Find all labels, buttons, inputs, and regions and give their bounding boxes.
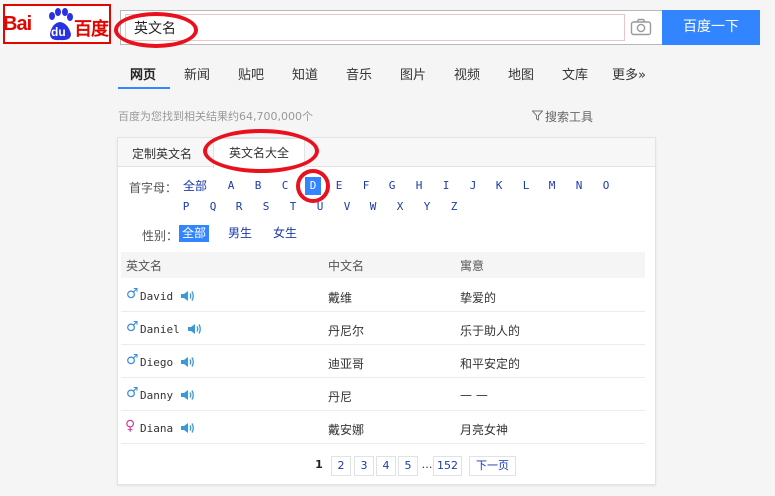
letter-s[interactable]: S bbox=[258, 199, 274, 215]
english-name[interactable]: Diana bbox=[140, 422, 173, 435]
logo-text: Bai bbox=[3, 13, 32, 35]
tab-news[interactable]: 新闻 bbox=[184, 64, 210, 83]
letter-w[interactable]: W bbox=[365, 199, 381, 215]
letter-e[interactable]: E bbox=[331, 178, 347, 194]
page-last[interactable]: 152 bbox=[433, 456, 462, 476]
letter-t[interactable]: T bbox=[285, 199, 301, 215]
letter-q[interactable]: Q bbox=[205, 199, 221, 215]
name-meaning: 乐于助人的 bbox=[460, 324, 521, 338]
letter-n[interactable]: N bbox=[571, 178, 587, 194]
english-name[interactable]: Danny bbox=[140, 389, 173, 402]
name-meaning: — — bbox=[460, 388, 488, 402]
tab-tieba[interactable]: 贴吧 bbox=[238, 64, 264, 83]
column-english: 英文名 bbox=[126, 259, 163, 273]
chinese-name: 丹尼 bbox=[328, 390, 353, 404]
letter-y[interactable]: Y bbox=[419, 199, 435, 215]
english-name[interactable]: David bbox=[140, 290, 173, 303]
letter-r[interactable]: R bbox=[231, 199, 247, 215]
letter-b[interactable]: B bbox=[250, 178, 266, 194]
table-header bbox=[121, 252, 645, 278]
tab-zhidao[interactable]: 知道 bbox=[292, 64, 318, 83]
english-name[interactable]: Daniel bbox=[140, 323, 180, 336]
gender-label: 性别： bbox=[142, 229, 179, 243]
chinese-name: 戴维 bbox=[328, 291, 353, 305]
male-icon: ♂ bbox=[126, 286, 139, 302]
gender-male[interactable]: 男生 bbox=[225, 225, 255, 242]
card-tab-bar bbox=[118, 138, 655, 167]
speaker-icon[interactable] bbox=[180, 422, 194, 434]
active-tab-indicator bbox=[118, 87, 170, 89]
column-chinese: 中文名 bbox=[328, 259, 365, 273]
letter-h[interactable]: H bbox=[411, 178, 427, 194]
initial-label: 首字母： bbox=[129, 181, 178, 195]
letter-g[interactable]: G bbox=[384, 178, 400, 194]
tab-web[interactable]: 网页 bbox=[130, 64, 156, 83]
logo-du-text: du bbox=[51, 25, 66, 39]
letter-j[interactable]: J bbox=[465, 178, 481, 194]
column-meaning: 寓意 bbox=[460, 259, 485, 273]
speaker-icon[interactable] bbox=[180, 389, 194, 401]
letter-d-selected[interactable]: D bbox=[305, 177, 321, 195]
row-divider bbox=[121, 410, 645, 411]
logo-chinese-text: 百度 bbox=[74, 19, 109, 40]
tab-custom-name[interactable]: 定制英文名 bbox=[132, 145, 192, 162]
letter-u[interactable]: U bbox=[312, 199, 328, 215]
tab-video[interactable]: 视频 bbox=[454, 64, 480, 83]
letter-p[interactable]: P bbox=[178, 199, 194, 215]
chinese-name: 迪亚哥 bbox=[328, 357, 365, 371]
chinese-name: 戴安娜 bbox=[328, 423, 365, 437]
tab-images[interactable]: 图片 bbox=[400, 64, 426, 83]
male-icon: ♂ bbox=[126, 319, 139, 335]
search-input[interactable] bbox=[125, 14, 625, 41]
tab-name-list[interactable]: 英文名大全 bbox=[213, 138, 305, 168]
filter-icon bbox=[532, 110, 543, 121]
tab-more[interactable]: 更多» bbox=[612, 64, 646, 83]
tab-map[interactable]: 地图 bbox=[508, 64, 534, 83]
tab-music[interactable]: 音乐 bbox=[346, 64, 372, 83]
name-meaning: 挚爱的 bbox=[460, 291, 497, 305]
page-current: 1 bbox=[315, 458, 323, 471]
letter-z[interactable]: Z bbox=[446, 199, 462, 215]
letter-x[interactable]: X bbox=[392, 199, 408, 215]
letter-v[interactable]: V bbox=[339, 199, 355, 215]
letter-c[interactable]: C bbox=[277, 178, 293, 194]
female-icon: ♀ bbox=[125, 418, 136, 434]
next-page-button[interactable]: 下一页 bbox=[469, 456, 516, 476]
page-link[interactable]: 5 bbox=[398, 456, 418, 476]
page-link[interactable]: 2 bbox=[331, 456, 351, 476]
speaker-icon[interactable] bbox=[180, 290, 194, 302]
letter-k[interactable]: K bbox=[491, 178, 507, 194]
male-icon: ♂ bbox=[126, 352, 139, 368]
speaker-icon[interactable] bbox=[187, 323, 201, 335]
row-divider bbox=[121, 443, 645, 444]
gender-all[interactable]: 全部 bbox=[179, 225, 210, 242]
row-divider bbox=[121, 344, 645, 345]
english-name[interactable]: Diego bbox=[140, 356, 173, 369]
letter-o[interactable]: O bbox=[598, 178, 614, 194]
camera-icon[interactable] bbox=[630, 18, 652, 36]
name-meaning: 月亮女神 bbox=[460, 423, 509, 437]
page-link[interactable]: 4 bbox=[376, 456, 396, 476]
gender-female[interactable]: 女生 bbox=[270, 225, 300, 242]
letter-i[interactable]: I bbox=[438, 178, 454, 194]
search-button[interactable]: 百度一下 bbox=[662, 10, 760, 45]
initial-all[interactable]: 全部 bbox=[180, 178, 210, 195]
row-divider bbox=[121, 311, 645, 312]
letter-m[interactable]: M bbox=[544, 178, 560, 194]
letter-a[interactable]: A bbox=[223, 178, 239, 194]
male-icon: ♂ bbox=[126, 385, 139, 401]
tab-wenku[interactable]: 文库 bbox=[562, 64, 588, 83]
letter-l[interactable]: L bbox=[518, 178, 534, 194]
name-meaning: 和平安定的 bbox=[460, 357, 521, 371]
result-count: 百度为您找到相关结果约64,700,000个 bbox=[118, 110, 313, 123]
chinese-name: 丹尼尔 bbox=[328, 324, 365, 338]
row-divider bbox=[121, 377, 645, 378]
search-tools-button[interactable]: 搜索工具 bbox=[545, 108, 593, 125]
page-link[interactable]: 3 bbox=[354, 456, 374, 476]
speaker-icon[interactable] bbox=[180, 356, 194, 368]
letter-f[interactable]: F bbox=[358, 178, 374, 194]
